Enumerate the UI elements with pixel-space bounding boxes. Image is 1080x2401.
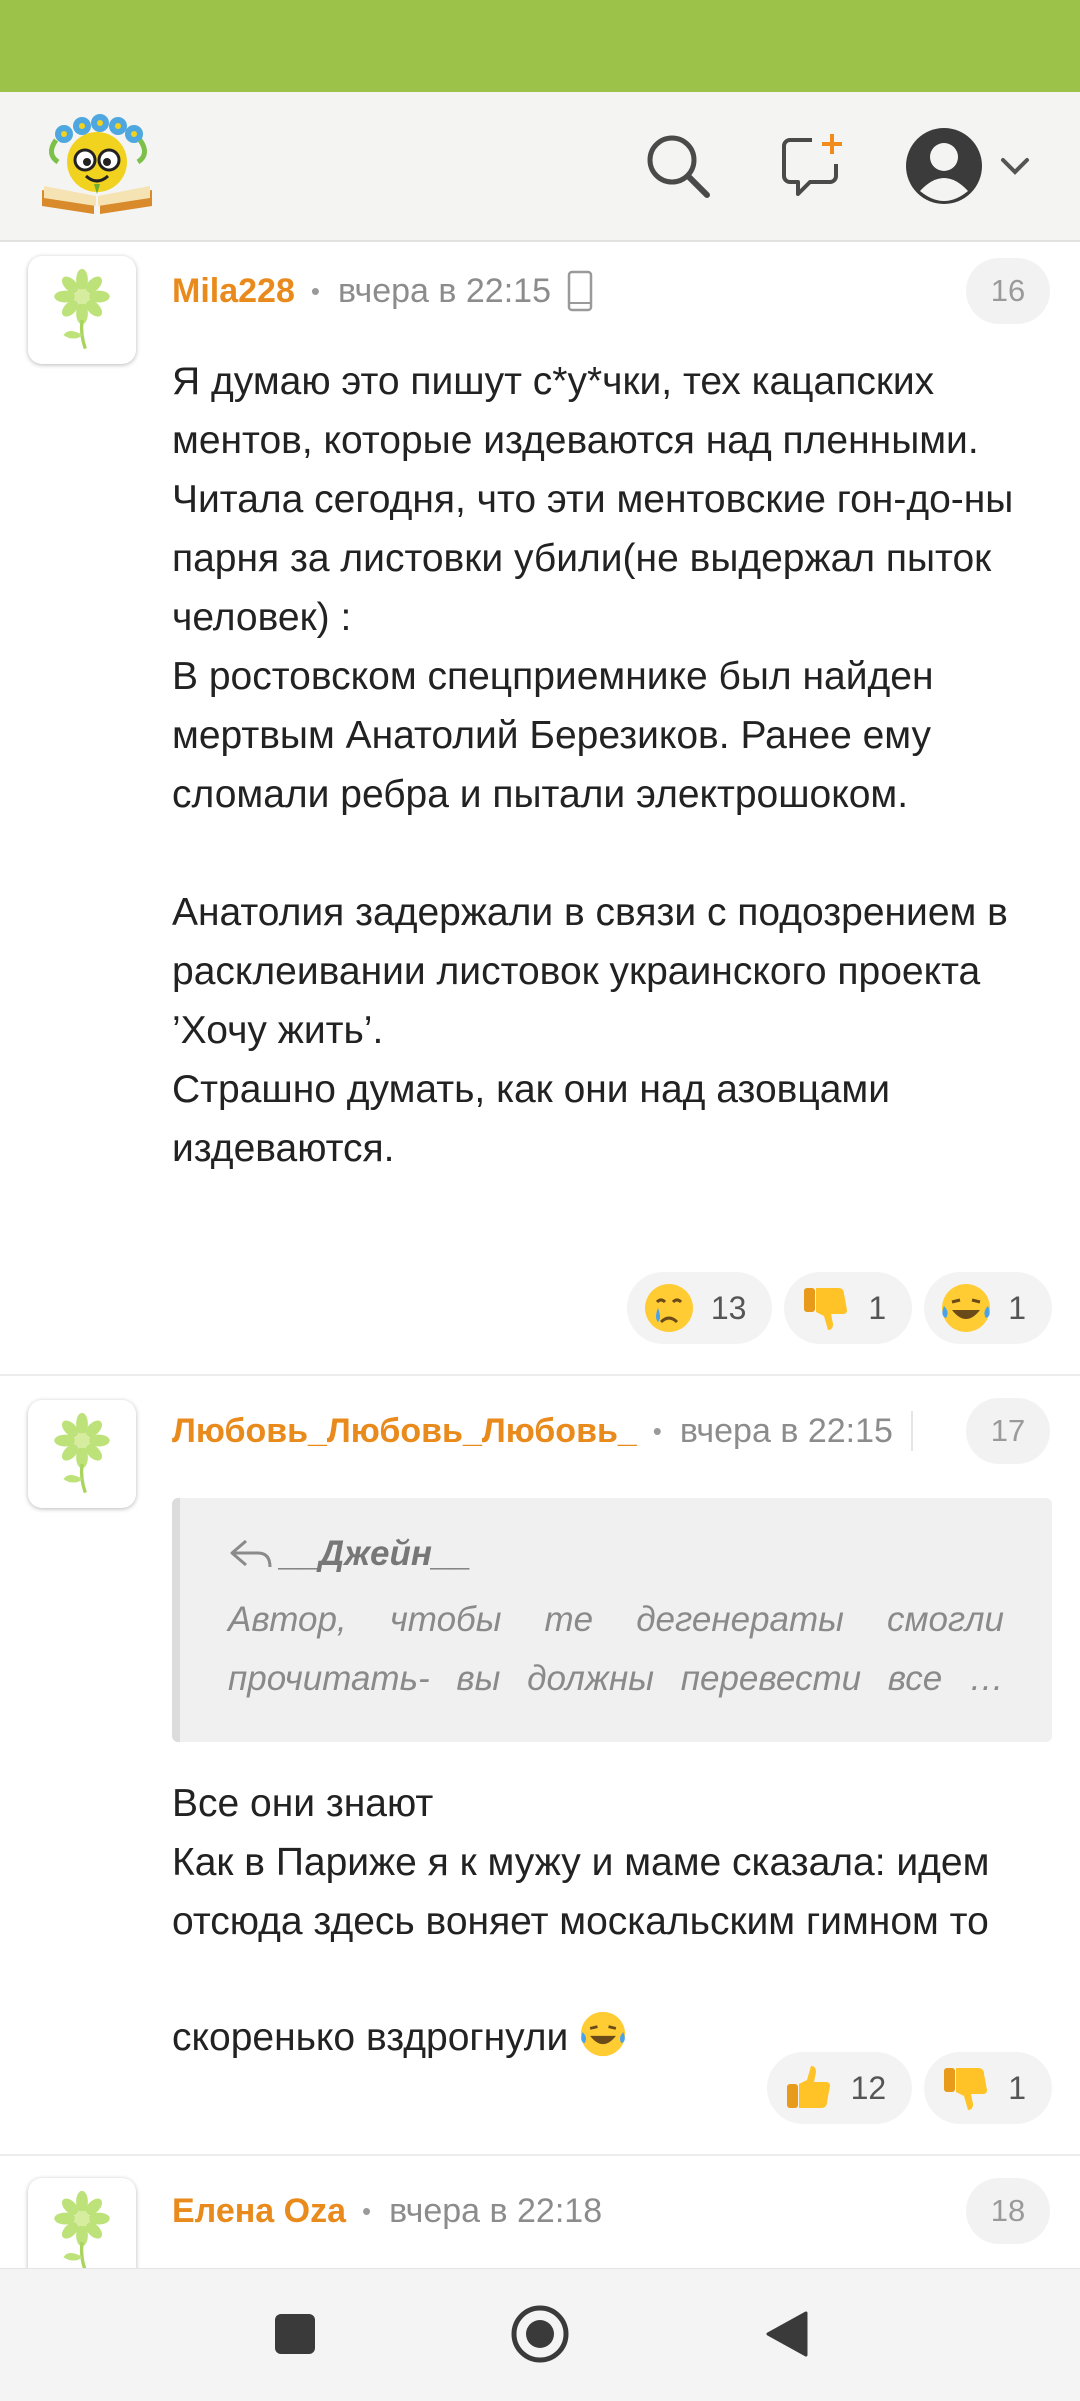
profile-icon: [906, 128, 982, 204]
quote-line: Автор, чтобы те дегенераты смогли: [228, 1600, 1004, 1639]
comment-author[interactable]: Mila228: [172, 272, 295, 311]
comment-paragraph: Анатолия задержали в связи с подозрением…: [172, 891, 1008, 1170]
comment-feed[interactable]: Mila228 • вчера в 22:15 16 Я думаю это п…: [0, 242, 1080, 2268]
thumbs-down-emoji-icon: [800, 1282, 852, 1334]
new-message-button[interactable]: [768, 122, 856, 210]
avatar[interactable]: [28, 1400, 136, 1508]
reactions-row: 13 1 1: [626, 1272, 1052, 1344]
chevron-down-icon: [1001, 158, 1029, 175]
status-bar: [0, 0, 1080, 92]
comment-paragraph: Все они знают Как в Париже я к мужу и ма…: [172, 1774, 1052, 2075]
quote-author-row: __Джейн__: [228, 1534, 471, 1574]
comment-time: вчера в 22:15: [679, 1411, 893, 1450]
back-button[interactable]: [752, 2299, 822, 2369]
comment-number[interactable]: 18: [966, 2178, 1050, 2244]
thumbs-down-emoji-icon: [940, 2062, 992, 2114]
comment-author[interactable]: Любовь_Любовь_Любовь_: [172, 1412, 637, 1451]
comment-header: Mila228 • вчера в 22:15: [172, 266, 593, 316]
reaction-count: 12: [850, 2069, 887, 2106]
flower-avatar-icon: [40, 1404, 124, 1504]
quote-author: __Джейн__: [280, 1534, 471, 1573]
app-header: [0, 92, 1080, 242]
reaction-thumbs-down[interactable]: 1: [924, 2052, 1052, 2124]
reply-arrow-icon: [230, 1539, 272, 1568]
separator-dot: •: [361, 2195, 372, 2226]
quote-line: прочитать- вы должны перевести все …: [228, 1659, 1004, 1698]
comment-text: Все они знают Как в Париже я к мужу и ма…: [172, 1774, 1052, 2075]
flower-avatar-icon: [40, 2182, 124, 2268]
comment-header: Елена Oza • вчера в 22:18: [172, 2186, 602, 2236]
phone-icon: [567, 270, 593, 312]
reaction-count: 1: [1008, 1289, 1026, 1326]
thumbs-up-emoji-icon: [783, 2062, 835, 2114]
comment-time: вчера в 22:18: [389, 2191, 603, 2230]
recent-apps-icon: [275, 2314, 315, 2354]
quoted-reply[interactable]: __Джейн__ Автор, чтобы те дегенераты смо…: [172, 1498, 1052, 1742]
laughing-tears-emoji-icon: [579, 1951, 627, 2075]
profile-menu-button[interactable]: [894, 122, 1044, 210]
comment-number[interactable]: 17: [966, 1398, 1050, 1464]
reaction-count: 1: [868, 1289, 887, 1326]
reaction-count: 13: [710, 1289, 747, 1326]
divider: [0, 2154, 1080, 2156]
search-icon: [647, 135, 710, 198]
comment-text: Я думаю это пишут с*у*чки, тех кацапских…: [172, 352, 1052, 1178]
comment-number[interactable]: 16: [966, 258, 1050, 324]
divider: [0, 1374, 1080, 1376]
laughing-tears-emoji-icon: [940, 1282, 992, 1334]
reaction-thumbs-up[interactable]: 12: [766, 2052, 913, 2124]
recent-apps-button[interactable]: [260, 2299, 330, 2369]
reaction-laughing[interactable]: 1: [924, 1272, 1052, 1344]
comment-time: вчера в 22:15: [337, 271, 551, 310]
divider: [910, 1411, 913, 1451]
back-icon: [766, 2311, 808, 2357]
home-button[interactable]: [505, 2299, 575, 2369]
home-icon: [511, 2305, 569, 2363]
smiley-book-logo[interactable]: [34, 110, 160, 222]
system-nav-bar: [0, 2268, 1080, 2401]
avatar[interactable]: [28, 2178, 136, 2268]
comment-header: Любовь_Любовь_Любовь_ • вчера в 22:15: [172, 1406, 913, 1456]
comment-author[interactable]: Елена Oza: [172, 2192, 346, 2231]
reaction-crying[interactable]: 13: [626, 1272, 773, 1344]
separator-dot: •: [652, 1415, 662, 1446]
search-button[interactable]: [634, 122, 722, 210]
comment-paragraph: Я думаю это пишут с*у*чки, тех кацапских…: [172, 360, 1014, 816]
separator-dot: •: [310, 275, 320, 306]
new-message-icon: [782, 134, 842, 196]
avatar[interactable]: [28, 256, 136, 364]
flower-avatar-icon: [40, 260, 124, 360]
reactions-row: 12 1: [766, 2052, 1052, 2124]
quote-text: Автор, чтобы те дегенераты смогли прочит…: [228, 1590, 1004, 1708]
reaction-count: 1: [1008, 2069, 1026, 2106]
crying-emoji-icon: [643, 1282, 695, 1334]
reaction-thumbs-down[interactable]: 1: [784, 1272, 913, 1344]
